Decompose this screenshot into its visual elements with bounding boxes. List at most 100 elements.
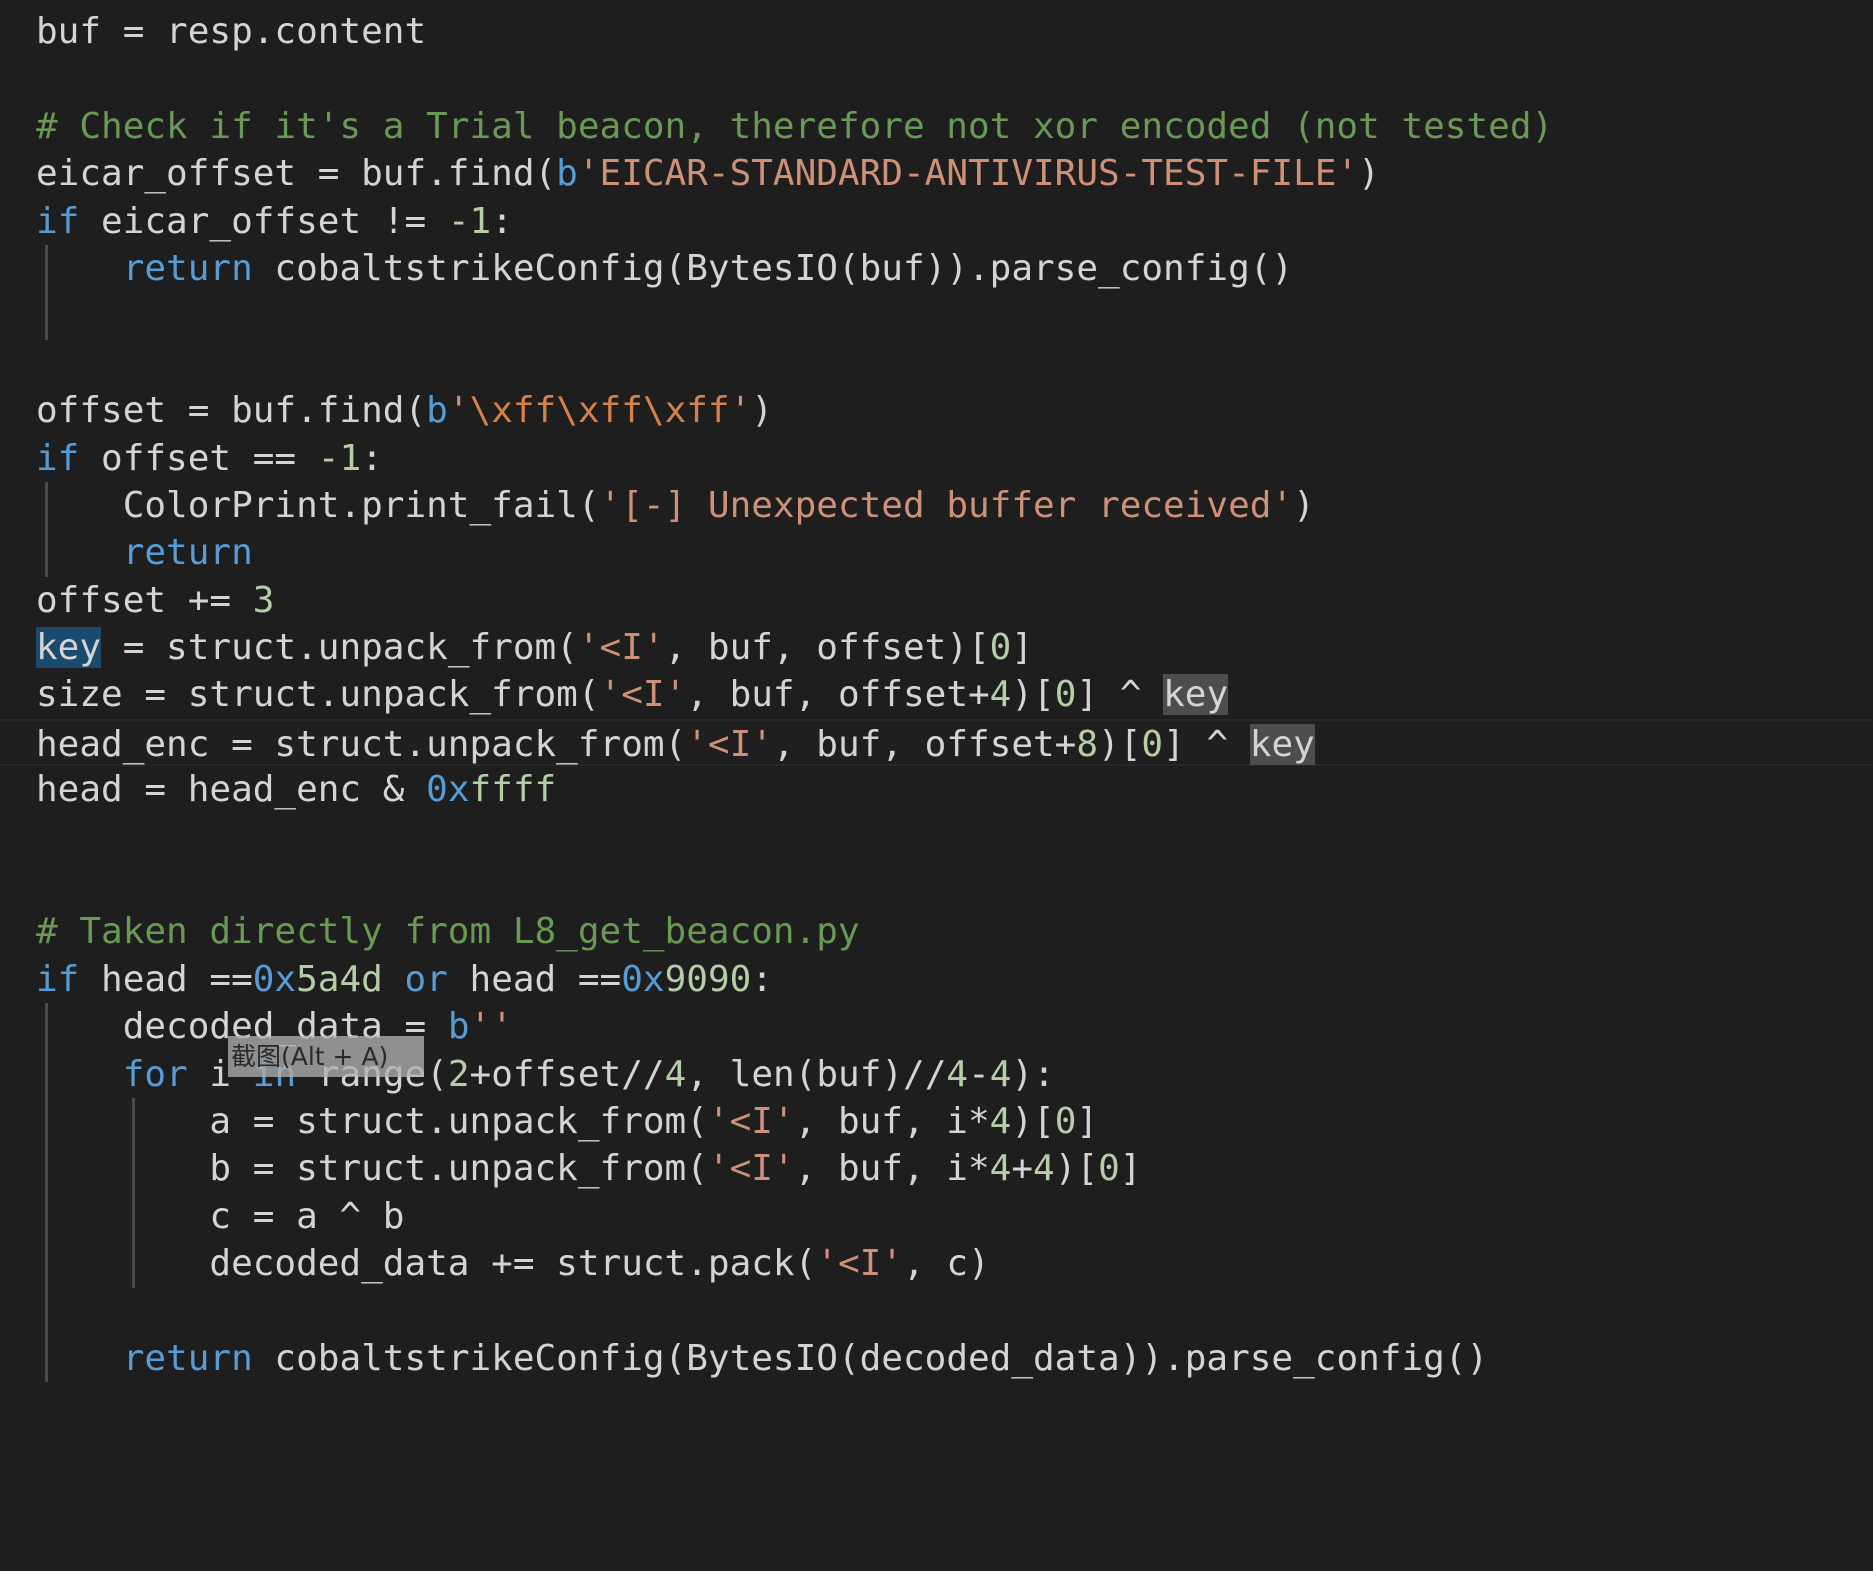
code-line-current[interactable]: head_enc = struct.unpack_from('<I', buf,… bbox=[0, 718, 1873, 767]
code-line[interactable]: c = a ^ b bbox=[0, 1192, 1873, 1241]
hex-prefix-token: 0x bbox=[252, 958, 297, 1000]
code-token: ] ^ bbox=[1163, 723, 1250, 765]
code-token: offset = buf.find( bbox=[36, 390, 427, 432]
code-token: size = struct.unpack_from( bbox=[36, 674, 600, 716]
code-token: eicar_offset != bbox=[79, 200, 448, 242]
code-editor-viewport[interactable]: buf = resp.content # Check if it's a Tri… bbox=[0, 0, 1873, 1571]
code-line-blank[interactable] bbox=[0, 340, 1873, 387]
number-token: 0 bbox=[1098, 1148, 1120, 1190]
number-token: 4 bbox=[989, 674, 1012, 716]
number-token: 0 bbox=[1054, 1100, 1077, 1142]
number-token: 4 bbox=[989, 1148, 1012, 1190]
hex-prefix-token: 0x bbox=[621, 958, 665, 1000]
code-line[interactable]: offset = buf.find(b'\xff\xff\xff') bbox=[0, 387, 1873, 434]
code-line-blank[interactable] bbox=[0, 1287, 1873, 1335]
code-token: )[ bbox=[1098, 723, 1142, 765]
code-line[interactable]: ColorPrint.print_fail('[-] Unexpected bu… bbox=[0, 481, 1873, 530]
code-token: b = struct.unpack_from( bbox=[209, 1148, 708, 1190]
code-line[interactable]: for i in range(2+offset//4, len(buf)//4-… bbox=[0, 1050, 1873, 1098]
code-token: , c) bbox=[902, 1243, 990, 1285]
keyword-token: return bbox=[122, 247, 253, 289]
code-token: decoded_data += struct.pack( bbox=[209, 1243, 817, 1285]
code-token: )[ bbox=[1011, 674, 1055, 716]
code-line[interactable]: buf = resp.content bbox=[0, 8, 1873, 55]
code-line[interactable]: eicar_offset = buf.find(b'EICAR-STANDARD… bbox=[0, 150, 1873, 197]
number-token: 2 bbox=[447, 1053, 470, 1095]
string-token: '<I' bbox=[599, 674, 687, 716]
code-token: cobaltstrikeConfig(BytesIO(decoded_data)… bbox=[252, 1337, 1489, 1379]
code-line[interactable]: if offset == -1: bbox=[0, 435, 1873, 482]
string-token: '' bbox=[469, 1006, 513, 1048]
occurrence-highlight[interactable]: key bbox=[1249, 723, 1315, 765]
code-line[interactable]: # Taken directly from L8_get_beacon.py bbox=[0, 908, 1873, 955]
number-token: 4 bbox=[664, 1053, 687, 1095]
code-token: : bbox=[491, 200, 513, 242]
code-token: ): bbox=[1011, 1053, 1055, 1095]
keyword-token: return bbox=[122, 1337, 253, 1379]
code-line[interactable]: if eicar_offset != -1: bbox=[0, 198, 1873, 245]
code-line[interactable]: return cobaltstrikeConfig(BytesIO(decode… bbox=[0, 1334, 1873, 1383]
comment-token: # Taken directly from L8_get_beacon.py bbox=[36, 911, 860, 953]
code-line[interactable]: head = head_enc & 0xffff bbox=[0, 766, 1873, 813]
keyword-token: or bbox=[382, 958, 448, 1000]
number-token: 4 bbox=[989, 1053, 1012, 1095]
code-token: head == bbox=[447, 958, 622, 1000]
code-token: - bbox=[968, 1053, 990, 1095]
code-token: )[ bbox=[1054, 1148, 1099, 1190]
string-token: ' bbox=[729, 390, 752, 432]
number-token: 0 bbox=[1054, 674, 1077, 716]
code-token: range( bbox=[296, 1053, 448, 1095]
number-token: -1 bbox=[317, 437, 362, 479]
code-token: offset += bbox=[36, 579, 253, 621]
code-token: ColorPrint.print_fail( bbox=[122, 484, 600, 526]
code-line[interactable]: decoded_data += struct.pack('<I', c) bbox=[0, 1240, 1873, 1288]
code-line[interactable]: return cobaltstrikeConfig(BytesIO(buf)).… bbox=[0, 244, 1873, 293]
occurrence-highlight[interactable]: key bbox=[1163, 674, 1229, 716]
code-token: buf = resp.content bbox=[36, 11, 427, 52]
code-line-blank[interactable] bbox=[0, 814, 1873, 861]
code-token: decoded_data = bbox=[122, 1006, 448, 1048]
code-line[interactable]: b = struct.unpack_from('<I', buf, i*4+4)… bbox=[0, 1145, 1873, 1193]
code-token: ] ^ bbox=[1076, 674, 1164, 716]
number-token: 4 bbox=[1033, 1148, 1055, 1190]
code-token: : bbox=[361, 437, 383, 479]
string-token: '<I' bbox=[707, 1100, 795, 1142]
code-line[interactable]: decoded_data = b'' bbox=[0, 1003, 1873, 1051]
code-line[interactable]: return bbox=[0, 529, 1873, 577]
code-token: ) bbox=[751, 390, 773, 432]
string-token: '<I' bbox=[686, 723, 773, 765]
code-token: )[ bbox=[1011, 1100, 1055, 1142]
selected-text[interactable]: key bbox=[36, 627, 102, 669]
code-token: head == bbox=[79, 958, 253, 1000]
code-token: = struct.unpack_from( bbox=[101, 627, 578, 669]
code-token: +offset// bbox=[469, 1053, 665, 1095]
code-token: ) bbox=[1358, 153, 1380, 195]
code-token: a = struct.unpack_from( bbox=[209, 1100, 708, 1142]
code-token: eicar_offset = buf.find( bbox=[36, 153, 557, 195]
number-token: 3 bbox=[252, 579, 275, 621]
code-line[interactable]: size = struct.unpack_from('<I', buf, off… bbox=[0, 671, 1873, 718]
number-token: 0 bbox=[1141, 723, 1164, 765]
code-line-blank[interactable] bbox=[0, 861, 1873, 908]
code-token: , buf, offset+ bbox=[772, 723, 1077, 765]
bytes-prefix-token: b bbox=[426, 390, 448, 432]
code-token: head_enc = struct.unpack_from( bbox=[36, 723, 687, 765]
code-line-blank[interactable] bbox=[0, 292, 1873, 340]
code-token: , buf, offset)[ bbox=[664, 627, 990, 669]
code-line[interactable]: offset += 3 bbox=[0, 577, 1873, 624]
code-line[interactable]: a = struct.unpack_from('<I', buf, i*4)[0… bbox=[0, 1097, 1873, 1146]
number-token: 9090 bbox=[664, 958, 752, 1000]
escape-token: \xff\xff\xff bbox=[469, 390, 730, 432]
number-token: 8 bbox=[1076, 723, 1099, 765]
indent-guide bbox=[45, 1287, 48, 1335]
code-line[interactable]: if head ==0x5a4d or head ==0x9090: bbox=[0, 956, 1873, 1003]
code-token: i bbox=[187, 1053, 253, 1095]
code-line[interactable]: # Check if it's a Trial beacon, therefor… bbox=[0, 103, 1873, 150]
keyword-token: if bbox=[36, 200, 80, 242]
code-token: ] bbox=[1076, 1100, 1099, 1142]
indent-guide bbox=[45, 292, 48, 340]
keyword-token: if bbox=[36, 958, 80, 1000]
number-token: ffff bbox=[469, 769, 557, 811]
code-line-blank[interactable] bbox=[0, 55, 1873, 102]
code-line[interactable]: key = struct.unpack_from('<I', buf, offs… bbox=[0, 624, 1873, 671]
